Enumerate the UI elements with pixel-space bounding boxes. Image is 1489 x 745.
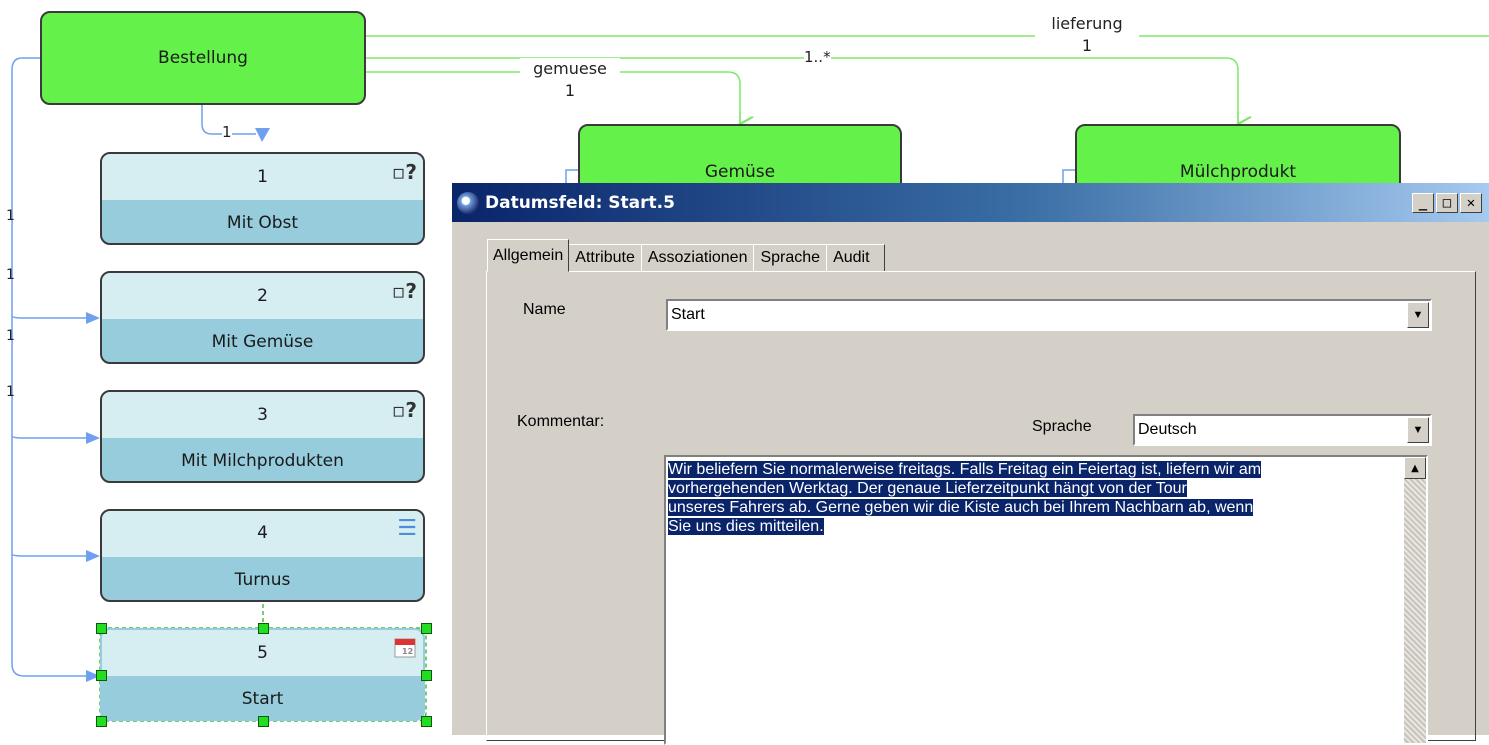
comment-line: unseres Fahrers ab. Gerne geben wir die … (668, 499, 1254, 516)
entity-label: Mülchprodukt (1179, 162, 1297, 182)
milch-line (365, 57, 1239, 124)
resize-handle[interactable] (258, 623, 269, 634)
scroll-up-button[interactable]: ▲ (1404, 457, 1426, 479)
subnode-label: Mit Obst (226, 212, 299, 233)
language-label: Sprache (1032, 418, 1092, 435)
edge-label-text: lieferung (1051, 14, 1123, 33)
resize-handle[interactable] (421, 670, 432, 681)
list-icon: ☰ (397, 516, 417, 541)
subnode-label: Turnus (234, 569, 291, 590)
comment-line: Sie uns dies mitteilen. (668, 518, 824, 535)
chevron-down-icon[interactable]: ▼ (1407, 417, 1429, 443)
resize-handle[interactable] (421, 623, 432, 634)
unknown-type-icon: ▫? (391, 279, 417, 303)
tab-bar: Allgemein Attribute Assoziationen Sprach… (487, 239, 885, 272)
subnode-number: 2 (257, 286, 268, 306)
comment-label: Kommentar: (517, 413, 605, 430)
language-value: Deutsch (1138, 421, 1197, 438)
multiplicity-left: 1 (6, 208, 15, 224)
subnode-label: Mit Gemüse (211, 331, 314, 352)
date-field-dialog: Datumsfeld: Start.5 _ □ ✕ Allgemein Attr… (451, 183, 1489, 745)
dialog-titlebar[interactable]: Datumsfeld: Start.5 _ □ ✕ (452, 183, 1489, 222)
resize-handle[interactable] (421, 716, 432, 727)
multiplicity-sub: 1 (222, 123, 232, 141)
subnode-turnus[interactable]: 4 Turnus ☰ (100, 509, 425, 602)
resize-handle[interactable] (96, 716, 107, 727)
multiplicity-left: 1 (6, 267, 15, 283)
entity-label: Bestellung (158, 48, 248, 68)
name-combobox[interactable]: Start ▼ (666, 299, 1432, 331)
entity-label: Gemüse (704, 162, 776, 182)
subnode-mit-obst[interactable]: 1 Mit Obst ▫? (100, 152, 425, 245)
entity-bestellung[interactable]: Bestellung (40, 11, 366, 105)
calendar-icon: 12 (391, 635, 417, 661)
multiplicity-label: 1 (1081, 36, 1093, 55)
multiplicity-left: 1 (6, 384, 15, 400)
unknown-type-icon: ▫? (391, 160, 417, 184)
unknown-type-icon: ▫? (391, 398, 417, 422)
edge-label-text: gemuese (520, 58, 620, 80)
chevron-down-icon[interactable]: ▼ (1407, 302, 1429, 328)
subnode-mit-milchprodukten[interactable]: 3 Mit Milchprodukten ▫? (100, 390, 425, 483)
subnode-mit-gemuese[interactable]: 2 Mit Gemüse ▫? (100, 271, 425, 364)
resize-handle[interactable] (96, 623, 107, 634)
tab-assoziationen[interactable]: Assoziationen (640, 244, 755, 272)
app-icon (457, 191, 479, 214)
subnode-start[interactable]: 5 Start 12 (100, 628, 425, 721)
tab-allgemein[interactable]: Allgemein (487, 239, 570, 272)
resize-handle[interactable] (96, 670, 107, 681)
comment-scrollbar[interactable]: ▲ (1404, 457, 1426, 743)
subnode-number: 3 (257, 405, 268, 425)
multiplicity-milch: 1..* (804, 48, 831, 66)
minimize-button[interactable]: _ (1412, 192, 1434, 213)
subnode-label: Mit Milchprodukten (181, 450, 344, 471)
resize-handle[interactable] (258, 716, 269, 727)
comment-line: Wir beliefern Sie normalerweise freitags… (668, 461, 1262, 478)
subnode-number: 4 (257, 523, 268, 543)
maximize-button[interactable]: □ (1436, 192, 1458, 213)
multiplicity-label: 1 (564, 81, 576, 100)
comment-line: vorhergehenden Werktag. Der genaue Liefe… (668, 480, 1187, 497)
subnode-label: Start (241, 688, 284, 709)
tab-audit[interactable]: Audit (826, 244, 885, 272)
language-select[interactable]: Deutsch ▼ (1133, 414, 1432, 446)
tab-attribute[interactable]: Attribute (568, 244, 642, 272)
edge-label-lieferung: lieferung 1 (1035, 13, 1139, 57)
edge-label-gemuese: gemuese 1 (518, 58, 622, 102)
name-value: Start (671, 306, 705, 323)
subnode-number: 1 (257, 167, 268, 187)
svg-text:12: 12 (402, 647, 413, 656)
close-button[interactable]: ✕ (1460, 192, 1482, 213)
multiplicity-left: 1 (6, 328, 15, 344)
left-trunk (11, 57, 96, 677)
subnode-number: 5 (257, 643, 268, 663)
dialog-title: Datumsfeld: Start.5 (485, 192, 675, 213)
name-label: Name (523, 301, 566, 318)
tab-sprache[interactable]: Sprache (753, 244, 828, 272)
comment-text: Wir beliefern Sie normalerweise freitags… (668, 460, 1398, 536)
comment-textarea[interactable]: Wir beliefern Sie normalerweise freitags… (664, 455, 1428, 745)
